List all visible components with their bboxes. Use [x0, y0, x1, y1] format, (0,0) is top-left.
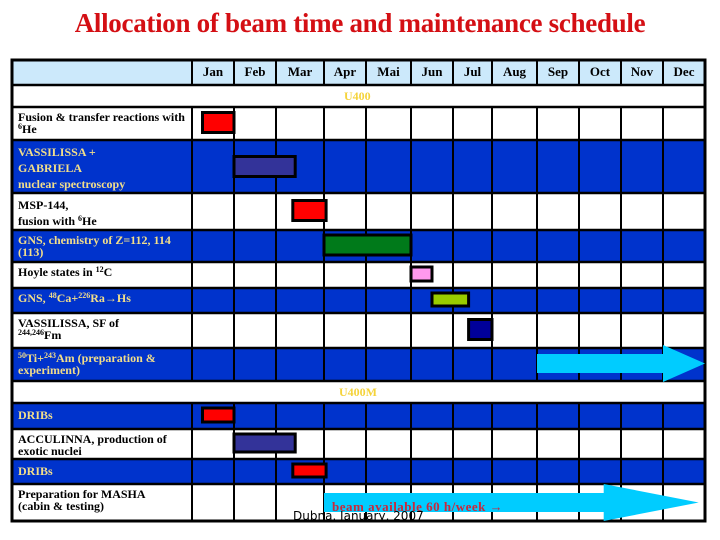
- row-label: GNS, chemistry of Z=112, 114 (113): [18, 233, 171, 259]
- row-label: MSP-144, fusion with 6He: [18, 198, 97, 228]
- month-label: Nov: [630, 64, 654, 79]
- section-label: U400M: [339, 385, 377, 399]
- schedule-bar: [232, 432, 297, 454]
- month-label: Jan: [202, 64, 224, 79]
- row-label: 50Ti+243Am (preparation & experiment): [18, 351, 156, 377]
- month-label: Apr: [333, 64, 357, 79]
- schedule-bar: [322, 233, 413, 257]
- schedule-bar: [291, 462, 328, 479]
- month-label: Sep: [547, 64, 569, 79]
- row-label: VASSILISSA + GABRIELA nuclear spectroscopy: [18, 145, 126, 191]
- schedule-bar: [201, 406, 236, 424]
- month-label: Oct: [589, 64, 611, 79]
- row-label: DRIBs: [18, 464, 53, 478]
- month-label: Jul: [463, 64, 482, 79]
- row-label: VASSILISSA, SF of 244,246Fm: [18, 316, 120, 342]
- row-label: Fusion & transfer reactions with 6He: [18, 110, 185, 136]
- section-label: U400: [344, 89, 371, 103]
- month-label: Dec: [673, 64, 695, 79]
- row-label: GNS, 48Ca+226Ra→Hs: [18, 291, 131, 305]
- month-label: Jun: [421, 64, 443, 79]
- row-label: DRIBs: [18, 408, 53, 422]
- row-label: ACCULINNA, production of exotic nuclei: [18, 432, 167, 458]
- schedule-bar: [430, 291, 471, 308]
- schedule-bar: [232, 155, 297, 178]
- row-label: Hoyle states in 12C: [18, 265, 113, 279]
- month-label: Mai: [377, 64, 400, 79]
- month-label: Feb: [244, 64, 266, 79]
- schedule-bar: [467, 318, 494, 341]
- schedule-bar: [201, 111, 236, 134]
- month-label: Aug: [502, 64, 527, 79]
- row-label: Preparation for MASHA (cabin & testing): [18, 487, 146, 513]
- schedule-bar: [291, 199, 328, 222]
- month-label: Mar: [287, 64, 313, 79]
- footer-text: Dubna, January, 2007: [293, 509, 424, 523]
- schedule-bar: [409, 265, 434, 283]
